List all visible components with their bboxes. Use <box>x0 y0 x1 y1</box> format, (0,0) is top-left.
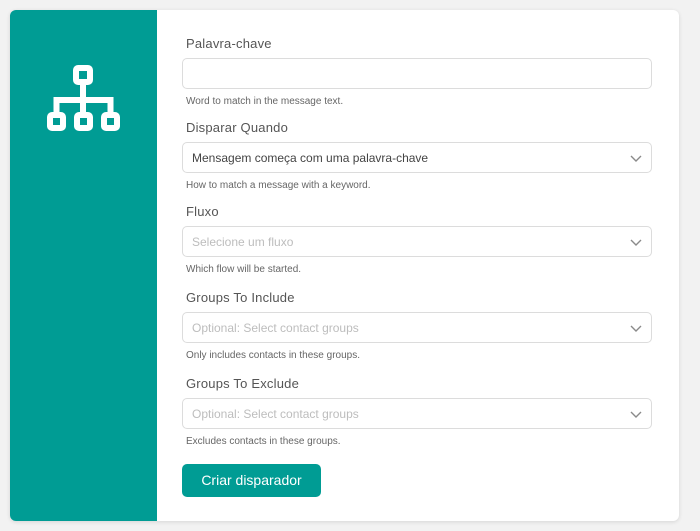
trigger-when-value: Mensagem começa com uma palavra-chave <box>192 151 429 165</box>
chevron-down-icon <box>630 325 642 332</box>
flow-hierarchy-icon <box>47 65 120 131</box>
sidebar-panel <box>10 10 157 521</box>
create-trigger-button[interactable]: Criar disparador <box>182 464 321 497</box>
keyword-input[interactable] <box>182 58 652 89</box>
groups-exclude-placeholder: Optional: Select contact groups <box>192 407 359 421</box>
keyword-label: Palavra-chave <box>186 36 272 51</box>
groups-exclude-label: Groups To Exclude <box>186 376 299 391</box>
trigger-when-label: Disparar Quando <box>186 120 288 135</box>
flow-label: Fluxo <box>186 204 219 219</box>
chevron-down-icon <box>630 155 642 162</box>
trigger-when-select[interactable]: Mensagem começa com uma palavra-chave <box>182 142 652 173</box>
chevron-down-icon <box>630 239 642 246</box>
flow-help: Which flow will be started. <box>186 264 302 275</box>
flow-select[interactable]: Selecione um fluxo <box>182 226 652 257</box>
trigger-when-help: How to match a message with a keyword. <box>186 180 371 191</box>
groups-exclude-select[interactable]: Optional: Select contact groups <box>182 398 652 429</box>
groups-include-label: Groups To Include <box>186 290 295 305</box>
keyword-help: Word to match in the message text. <box>186 96 344 107</box>
groups-include-placeholder: Optional: Select contact groups <box>192 321 359 335</box>
groups-include-help: Only includes contacts in these groups. <box>186 350 360 361</box>
groups-include-select[interactable]: Optional: Select contact groups <box>182 312 652 343</box>
create-trigger-card: Palavra-chave Word to match in the messa… <box>10 10 679 521</box>
chevron-down-icon <box>630 411 642 418</box>
groups-exclude-help: Excludes contacts in these groups. <box>186 436 341 447</box>
flow-placeholder: Selecione um fluxo <box>192 235 294 249</box>
